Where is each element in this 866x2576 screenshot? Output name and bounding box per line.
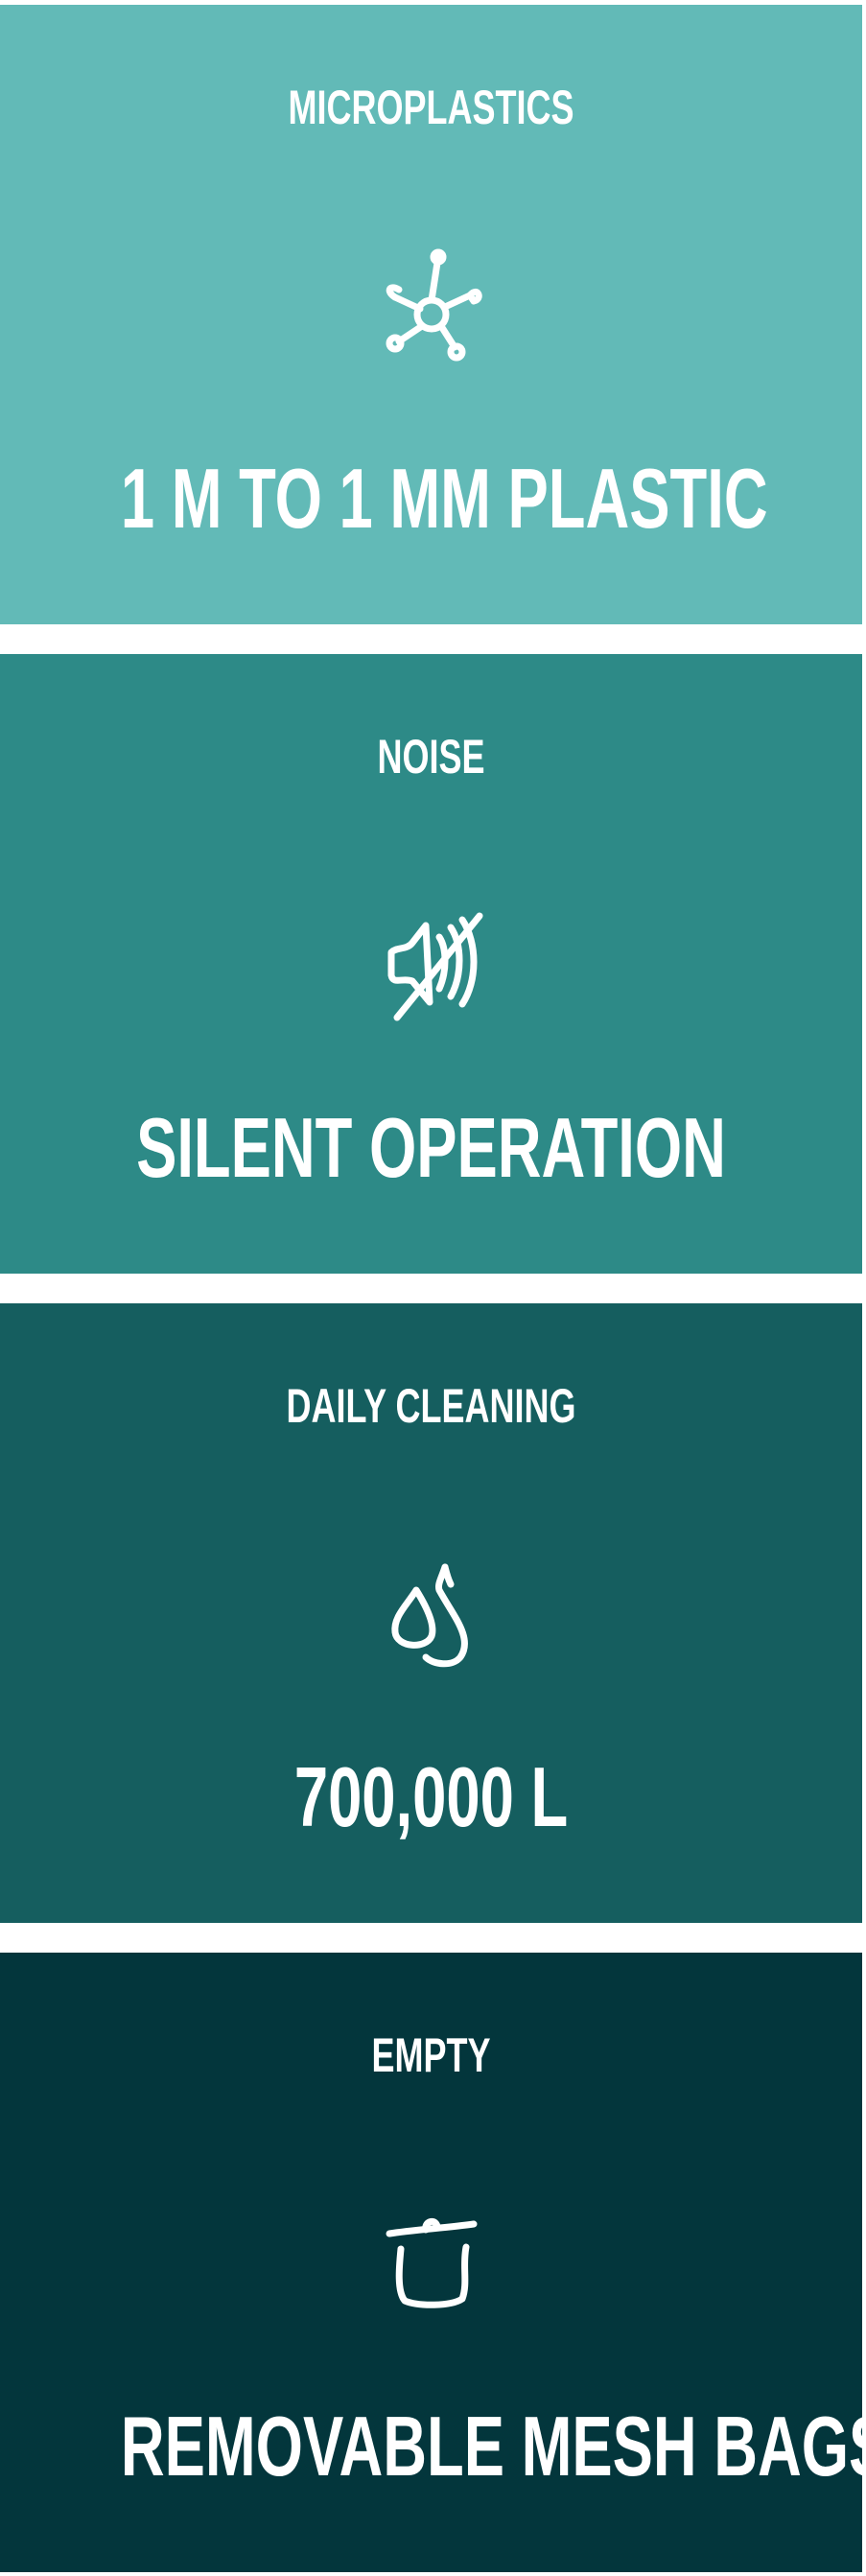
feature-card-microplastics: MICROPLASTICS 1 M TO 1 MM PLASTIC xyxy=(0,5,862,624)
card-value: 1 M TO 1 MM PLASTIC xyxy=(120,451,768,546)
card-label: MICROPLASTICS xyxy=(288,81,574,134)
card-value: REMOVABLE MESH BAGS xyxy=(120,2399,866,2494)
card-value: SILENT OPERATION xyxy=(136,1100,726,1195)
bin-icon xyxy=(374,2188,489,2322)
card-label: NOISE xyxy=(377,730,485,784)
card-value: 700,000 L xyxy=(293,1749,569,1844)
feature-card-daily-cleaning: DAILY CLEANING 700,000 L xyxy=(0,1303,862,1923)
feature-card-empty: EMPTY REMOVABLE MESH BAGS xyxy=(0,1953,866,2572)
feature-card-noise: NOISE SILENT OPERATION xyxy=(0,654,862,1274)
molecule-icon xyxy=(374,240,489,374)
card-label: EMPTY xyxy=(371,2028,491,2082)
muted-sound-icon xyxy=(374,889,489,1023)
card-label: DAILY CLEANING xyxy=(286,1379,576,1433)
water-drops-icon xyxy=(374,1538,489,1673)
